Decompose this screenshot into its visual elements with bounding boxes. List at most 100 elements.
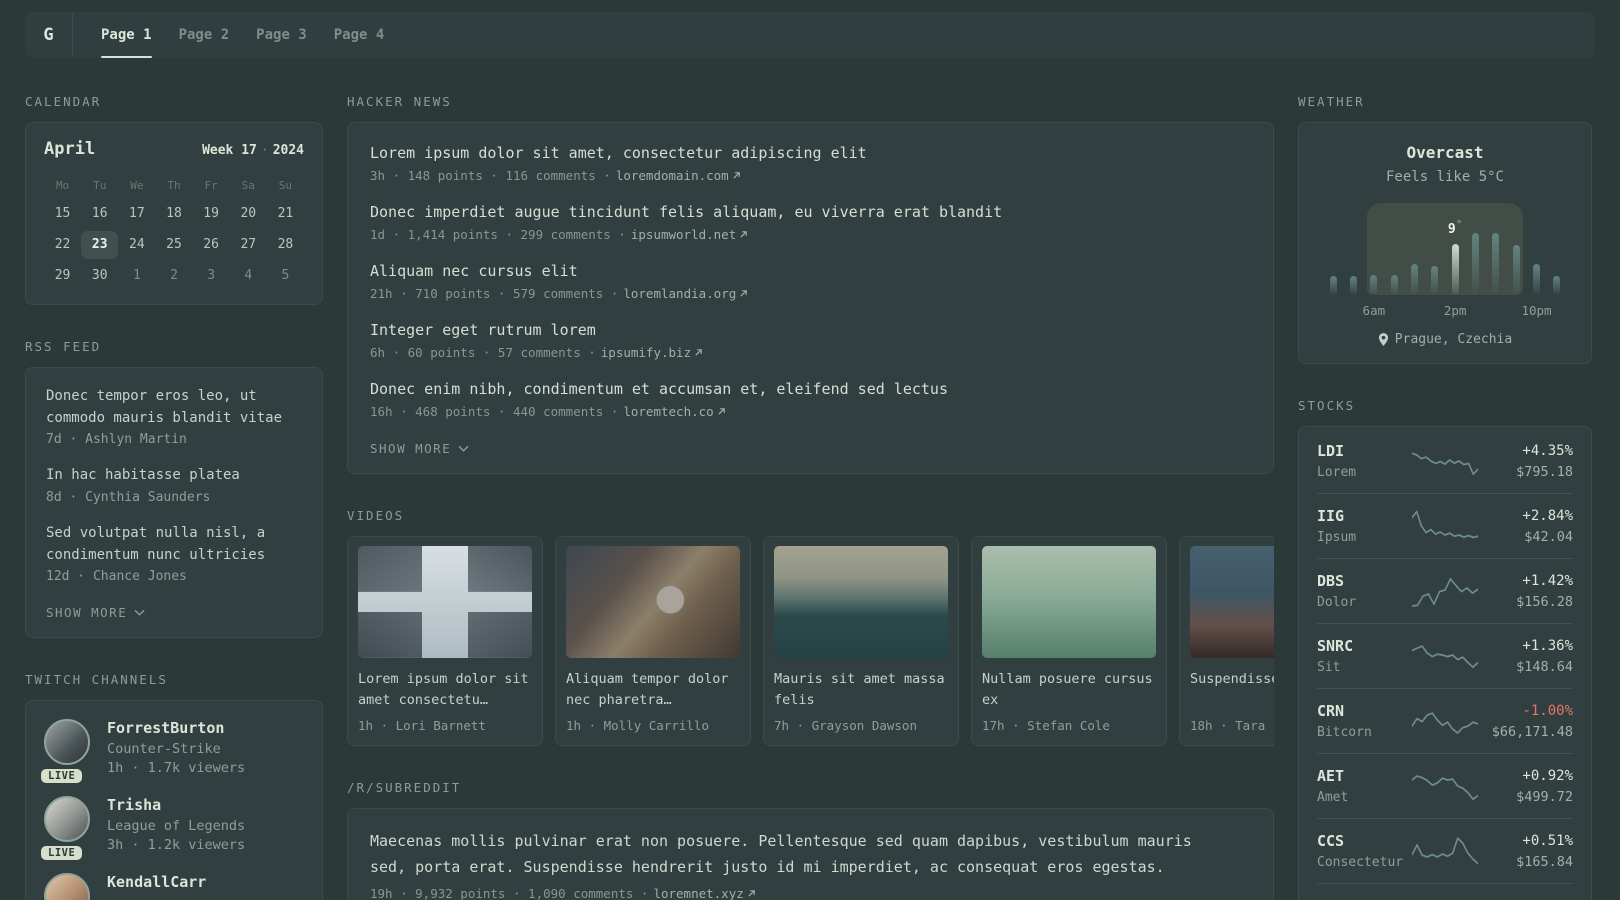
video-meta: 7h · Grayson Dawson xyxy=(774,718,917,733)
hackernews-item: Integer eget rutrum lorem 6h · 60 points… xyxy=(370,320,1251,360)
hackernews-items: Lorem ipsum dolor sit amet, consectetur … xyxy=(370,143,1251,419)
weather-bar-current xyxy=(1451,244,1459,295)
twitch-channel-row: LIVE ForrestBurton Counter-Strike 1h · 1… xyxy=(41,719,304,784)
stock-ticker: CRN xyxy=(1317,702,1345,720)
page-tab[interactable]: Page 1 xyxy=(101,12,152,58)
video-title[interactable]: Suspendisse diam xyxy=(1190,669,1274,711)
twitch-channel-name[interactable]: Trisha xyxy=(107,796,245,814)
weather-location-text: Prague, Czechia xyxy=(1394,332,1513,347)
rss-item-title[interactable]: Donec tempor eros leo, ut commodo mauris… xyxy=(46,386,302,429)
stock-row: LDI Lorem +4.35% $795.18 xyxy=(1317,429,1573,493)
hackernews-item-domain-link[interactable]: ipsumworld.net xyxy=(631,227,748,242)
stock-change: +0.51% xyxy=(1522,832,1573,849)
live-badge: LIVE xyxy=(41,846,83,861)
hackernews-item-title[interactable]: Aliquam nec cursus elit xyxy=(370,261,1251,282)
calendar-day: 17 xyxy=(129,206,145,221)
video-title[interactable]: Nullam posuere cursus ex xyxy=(982,669,1156,711)
stock-name: Ipsum xyxy=(1317,530,1357,545)
stock-name: Dolor xyxy=(1317,595,1357,610)
rss-item-title[interactable]: Sed volutpat nulla nisl, a condimentum n… xyxy=(46,523,302,566)
stock-values: +0.51% $165.84 xyxy=(1486,833,1573,870)
stock-identity: SNRC Sit xyxy=(1317,637,1404,675)
weather-bar xyxy=(1370,275,1378,295)
twitch-channel-info: ForrestBurton Counter-Strike 1h · 1.7k v… xyxy=(107,719,245,776)
video-title[interactable]: Mauris sit amet massa felis xyxy=(774,669,948,711)
hackernews-show-more-button[interactable]: SHOW MORE xyxy=(370,441,469,456)
left-column: CALENDAR April Week 17 · 2024 Mo Tu We Th Fr Sa… xyxy=(25,94,323,900)
video-title[interactable]: Aliquam tempor dolor nec pharetra… xyxy=(566,669,740,711)
weather-axis: 6am 2pm 10pm xyxy=(1323,301,1567,319)
twitch-widget-title: TWITCH CHANNELS xyxy=(25,672,168,688)
hackernews-item-title[interactable]: Donec imperdiet augue tincidunt felis al… xyxy=(370,202,1251,223)
hackernews-item-meta: 1d · 1,414 points · 299 comments · ipsum… xyxy=(370,227,1251,242)
stock-values: +2.84% $42.04 xyxy=(1486,508,1573,545)
twitch-channel-name[interactable]: ForrestBurton xyxy=(107,719,245,737)
stock-identity: LDI Lorem xyxy=(1317,442,1404,480)
hackernews-item-meta: 21h · 710 points · 579 comments · loreml… xyxy=(370,286,1251,301)
weather-time-label: 10pm xyxy=(1521,303,1552,318)
video-thumbnail[interactable] xyxy=(1190,546,1274,658)
weather-widget-title: WEATHER xyxy=(1298,94,1365,109)
avatar[interactable] xyxy=(44,719,90,766)
video-thumbnail[interactable] xyxy=(358,546,532,658)
rss-show-more-button[interactable]: SHOW MORE xyxy=(46,605,145,620)
page-tab[interactable]: Page 2 xyxy=(179,12,230,58)
twitch-channel-category[interactable]: Counter-Strike xyxy=(107,741,245,757)
hackernews-item-domain-link[interactable]: loremtech.co xyxy=(623,404,725,419)
rss-item-meta: 7d · Ashlyn Martin xyxy=(46,432,187,448)
hackernews-item-domain-link[interactable]: loremlandia.org xyxy=(623,286,748,301)
weather-bar xyxy=(1492,233,1500,295)
hackernews-item-title[interactable]: Integer eget rutrum lorem xyxy=(370,320,1251,341)
reddit-post-domain-link[interactable]: loremnet.xyz xyxy=(653,886,755,900)
external-link-icon xyxy=(748,890,755,897)
calendar-card: April Week 17 · 2024 Mo Tu We Th Fr Sa Su 15 16 17… xyxy=(25,122,323,305)
video-title[interactable]: Lorem ipsum dolor sit amet consectetu… xyxy=(358,669,532,711)
stock-identity: DBS Dolor xyxy=(1317,572,1404,610)
video-meta: 1h · Molly Carrillo xyxy=(566,718,709,733)
avatar[interactable] xyxy=(44,796,90,843)
stock-change: -1.00% xyxy=(1522,702,1573,719)
stock-change: +1.36% xyxy=(1522,637,1573,654)
twitch-channel-category[interactable]: League of Legends xyxy=(107,818,245,834)
twitch-avatar-wrap xyxy=(44,873,92,900)
twitch-channel-name[interactable]: KendallCarr xyxy=(107,873,206,891)
hackernews-item-domain-link[interactable]: ipsumify.biz xyxy=(601,345,703,360)
hackernews-item-title[interactable]: Lorem ipsum dolor sit amet, consectetur … xyxy=(370,143,1251,164)
rss-item-title[interactable]: In hac habitasse platea xyxy=(46,465,302,487)
stock-price: $148.64 xyxy=(1516,658,1573,675)
stock-name: Lorem xyxy=(1317,465,1357,480)
video-thumbnail[interactable] xyxy=(982,546,1156,658)
stock-row: AHS +0.46% xyxy=(1317,883,1573,900)
stocks-card: LDI Lorem +4.35% $795.18 IIG Ipsum +2.84… xyxy=(1298,426,1592,900)
chevron-down-icon xyxy=(458,445,469,452)
video-thumbnail[interactable] xyxy=(566,546,740,658)
stock-price: $156.28 xyxy=(1516,593,1573,610)
stock-values: +1.36% $148.64 xyxy=(1486,638,1573,675)
video-meta: 18h · Tara xyxy=(1190,718,1266,733)
rss-item: Donec tempor eros leo, ut commodo mauris… xyxy=(46,386,302,447)
hackernews-item-title[interactable]: Donec enim nibh, condimentum et accumsan… xyxy=(370,379,1251,400)
hackernews-item-domain-link[interactable]: loremdomain.com xyxy=(616,168,741,183)
calendar-day-grid: 15 16 17 18 19 20 21 22 23 24 25 26 27 28 29 30 1 2 3 4 5 xyxy=(44,200,304,290)
hackernews-item: Aliquam nec cursus elit 21h · 710 points… xyxy=(370,261,1251,301)
calendar-weekday: Tu xyxy=(93,179,107,192)
calendar-weekday-row: Mo Tu We Th Fr Sa Su xyxy=(44,173,304,200)
video-thumbnail[interactable] xyxy=(774,546,948,658)
dot-separator: · xyxy=(260,143,269,158)
calendar-day: 15 xyxy=(54,206,71,221)
calendar-weekday: Sa xyxy=(241,179,255,192)
page-tab[interactable]: Page 4 xyxy=(334,12,385,58)
stock-name: Consectetur xyxy=(1317,855,1404,870)
stock-row: IIG Ipsum +2.84% $42.04 xyxy=(1317,493,1573,558)
reddit-post-title[interactable]: Maecenas mollis pulvinar erat non posuer… xyxy=(370,829,1230,880)
calendar-weekday: Mo xyxy=(55,179,70,192)
live-badge: LIVE xyxy=(41,769,83,784)
external-link-icon xyxy=(695,349,702,356)
twitch-avatar-wrap: LIVE xyxy=(41,796,92,861)
rss-item: In hac habitasse platea 8d · Cynthia Sau… xyxy=(46,465,302,505)
page-tab[interactable]: Page 3 xyxy=(256,12,307,58)
rss-items: Donec tempor eros leo, ut commodo mauris… xyxy=(46,386,302,584)
video-card-row: Lorem ipsum dolor sit amet consectetu… 1… xyxy=(347,536,1274,746)
calendar-header-row: April Week 17 · 2024 xyxy=(44,139,304,159)
avatar[interactable] xyxy=(44,873,90,900)
